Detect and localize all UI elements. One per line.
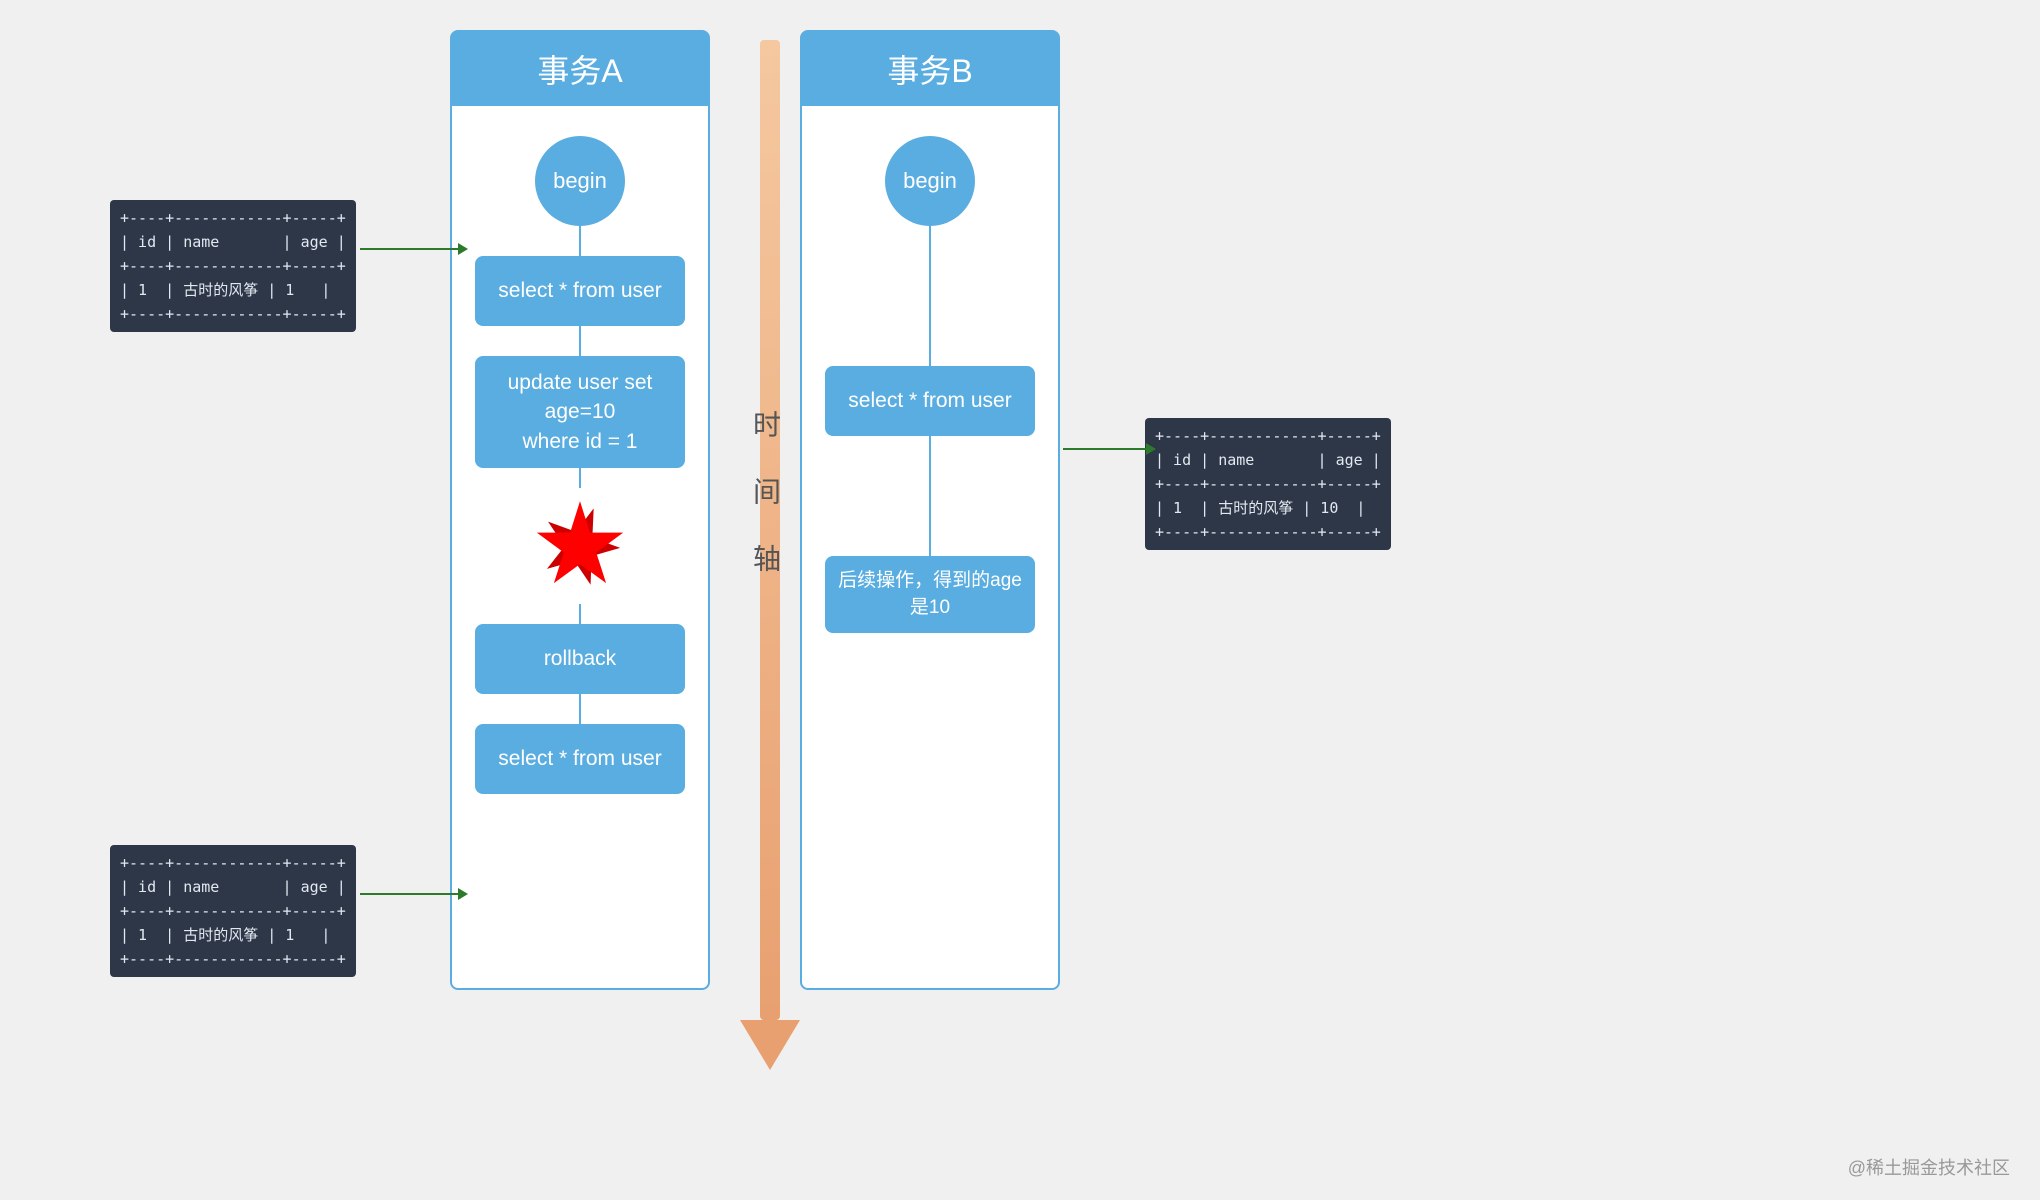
connector-2	[579, 326, 581, 356]
diagram-container: 事务A begin select * from user update user…	[0, 0, 2040, 1200]
time-axis-arrow	[740, 1020, 800, 1070]
time-axis-label: 时 间 轴	[745, 410, 785, 576]
tx-a-select-node: select * from user	[475, 256, 685, 326]
connector-b2	[929, 436, 931, 556]
transaction-a-panel: 事务A begin select * from user update user…	[450, 30, 710, 990]
tx-b-begin-node: begin	[885, 136, 975, 226]
connector-5	[579, 694, 581, 724]
connector-3	[579, 468, 581, 488]
transaction-b-panel: 事务B begin select * from user 后续操作，得到的age…	[800, 30, 1060, 990]
connector-b1	[929, 226, 931, 366]
explosion-icon	[530, 496, 630, 596]
connector-1	[579, 226, 581, 256]
table-a2: +----+------------+-----+ | id | name | …	[110, 845, 356, 977]
tx-b-select-node: select * from user	[825, 366, 1035, 436]
tx-a-update-node: update user set age=10where id = 1	[475, 356, 685, 468]
arrow-a2	[360, 893, 460, 895]
tx-a-rollback-node: rollback	[475, 624, 685, 694]
transaction-a-header: 事务A	[452, 32, 708, 106]
table-a1: +----+------------+-----+ | id | name | …	[110, 200, 356, 332]
watermark: @稀土掘金技术社区	[1848, 1154, 2010, 1180]
tx-b-followup-node: 后续操作，得到的age是10	[825, 556, 1035, 633]
table-b1: +----+------------+-----+ | id | name | …	[1145, 418, 1391, 550]
connector-4	[579, 604, 581, 624]
arrow-b1	[1063, 448, 1148, 450]
time-axis: 时 间 轴	[740, 30, 800, 1130]
transaction-b-header: 事务B	[802, 32, 1058, 106]
arrow-a1	[360, 248, 460, 250]
tx-a-begin-node: begin	[535, 136, 625, 226]
tx-a-select2-node: select * from user	[475, 724, 685, 794]
